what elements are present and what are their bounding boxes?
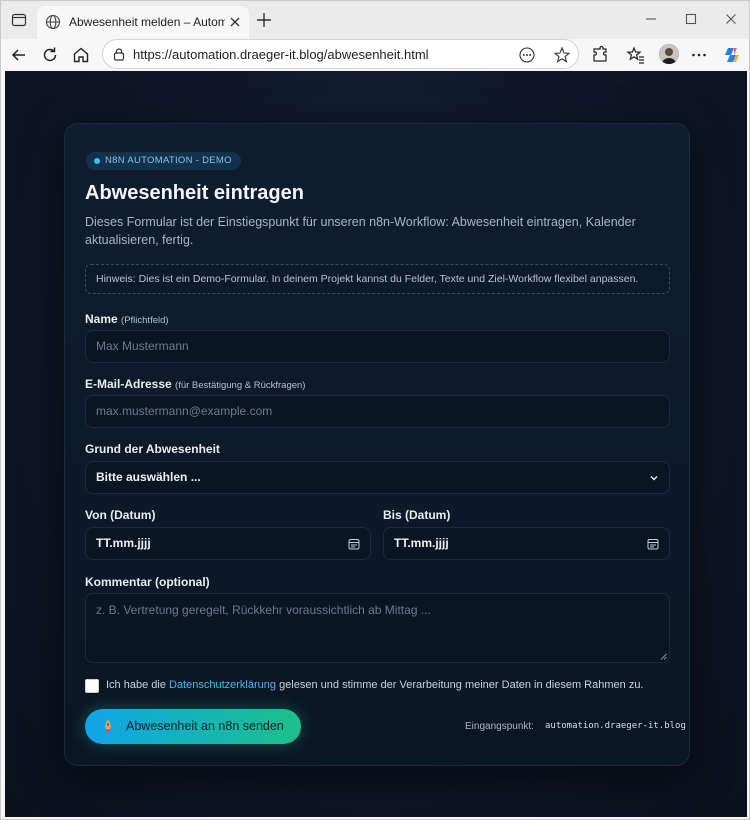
page-subtitle: Dieses Formular ist der Einstiegspunkt f… — [85, 215, 636, 247]
favorite-star-icon[interactable] — [553, 46, 571, 64]
close-tab-icon[interactable] — [227, 14, 243, 30]
resize-handle-icon[interactable] — [660, 653, 667, 660]
consent-text-after: gelesen und stimme der Verarbeitung mein… — [276, 679, 644, 691]
copilot-icon[interactable] — [722, 45, 742, 65]
name-label: Name (Pflichtfeld) — [85, 312, 169, 326]
more-menu-icon[interactable] — [689, 45, 709, 65]
reason-select-value: Bitte auswählen ... — [96, 470, 201, 484]
submit-button-label: Abwesenheit an n8n senden — [126, 719, 284, 733]
submit-button[interactable]: Abwesenheit an n8n senden — [85, 709, 301, 744]
entry-point-label: Eingangspunkt: — [465, 721, 534, 732]
from-date-label: Von (Datum) — [85, 508, 156, 522]
privacy-policy-link[interactable]: Datenschutzerklärung — [169, 679, 276, 691]
lock-icon[interactable] — [112, 47, 126, 61]
chevron-down-icon — [650, 475, 658, 481]
reason-select[interactable]: Bitte auswählen ... — [85, 461, 670, 494]
page-viewport: N8N AUTOMATION - DEMO Abwesenheit eintra… — [5, 71, 747, 817]
status-dot-icon — [94, 158, 100, 164]
entry-point-value: automation.draeger-it.blog — [545, 721, 686, 731]
name-input[interactable]: Max Mustermann — [85, 330, 670, 363]
demo-badge-label: N8N AUTOMATION - DEMO — [105, 155, 232, 166]
comment-placeholder: z. B. Vertretung geregelt, Rückkehr vora… — [96, 603, 431, 617]
globe-icon — [45, 14, 61, 30]
from-date-value: TT.mm.jjjj — [96, 536, 151, 550]
consent-text: Ich habe die Datenschutzerklärung gelese… — [106, 679, 644, 691]
comment-label: Kommentar (optional) — [85, 575, 210, 589]
reason-label: Grund der Abwesenheit — [85, 442, 220, 456]
profile-avatar[interactable] — [659, 44, 679, 64]
minimize-icon[interactable] — [643, 11, 659, 27]
address-bar[interactable]: https://automation.draeger-it.blog/abwes… — [102, 39, 579, 69]
address-url: https://automation.draeger-it.blog/abwes… — [133, 47, 429, 62]
favorites-icon[interactable] — [626, 45, 646, 65]
more-site-actions-icon[interactable] — [518, 46, 536, 64]
email-input[interactable]: max.mustermann@example.com — [85, 395, 670, 428]
maximize-icon[interactable] — [683, 11, 699, 27]
tab-active[interactable]: Abwesenheit melden – Automatio — [37, 6, 249, 39]
tab-title: Abwesenheit melden – Automatio — [69, 15, 225, 29]
person-icon — [659, 44, 679, 64]
browser-toolbar: https://automation.draeger-it.blog/abwes… — [1, 39, 749, 71]
consent-text-before: Ich habe die — [106, 679, 169, 691]
email-label-note: (für Bestätigung & Rückfragen) — [175, 380, 306, 391]
rocket-icon — [105, 720, 111, 734]
name-label-note: (Pflichtfeld) — [121, 315, 169, 326]
from-date-input[interactable]: TT.mm.jjjj — [85, 527, 371, 560]
demo-badge: N8N AUTOMATION - DEMO — [86, 152, 241, 170]
browser-window: Abwesenheit melden – Automatio — [0, 0, 750, 820]
page-title: Abwesenheit eintragen — [85, 182, 304, 204]
reload-icon[interactable] — [40, 45, 60, 65]
close-window-icon[interactable] — [723, 11, 739, 27]
calendar-icon[interactable] — [348, 538, 360, 550]
new-tab-icon[interactable] — [255, 11, 273, 29]
extensions-icon[interactable] — [590, 45, 610, 65]
back-arrow-icon[interactable] — [9, 45, 29, 65]
to-date-label: Bis (Datum) — [383, 508, 451, 522]
tab-strip: Abwesenheit melden – Automatio — [1, 1, 749, 39]
name-label-text: Name — [85, 312, 118, 326]
consent-checkbox[interactable] — [85, 679, 99, 693]
email-label: E-Mail-Adresse (für Bestätigung & Rückfr… — [85, 377, 305, 391]
to-date-input[interactable]: TT.mm.jjjj — [383, 527, 670, 560]
email-label-text: E-Mail-Adresse — [85, 377, 172, 391]
hint-box: Hinweis: Dies ist ein Demo-Formular. In … — [85, 264, 670, 294]
tab-actions-icon[interactable] — [11, 12, 27, 28]
home-icon[interactable] — [71, 45, 91, 65]
calendar-icon[interactable] — [647, 538, 659, 550]
comment-textarea[interactable]: z. B. Vertretung geregelt, Rückkehr vora… — [85, 593, 670, 663]
to-date-value: TT.mm.jjjj — [394, 536, 449, 550]
form-card: N8N AUTOMATION - DEMO Abwesenheit eintra… — [64, 123, 690, 766]
